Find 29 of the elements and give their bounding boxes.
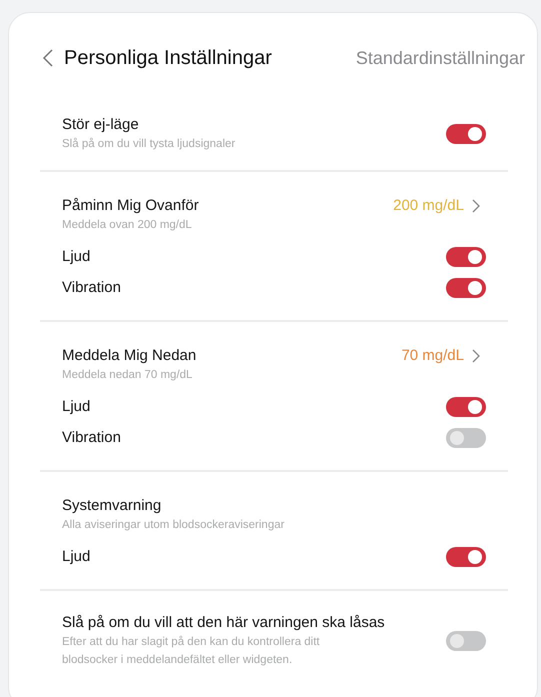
setting-label: Vibration (62, 429, 121, 446)
chevron-icon (472, 349, 480, 363)
section-title: Slå på om du vill att den här varningen ska låsas (62, 613, 385, 633)
section-description: Meddela nedan 70 mg/dL (62, 368, 194, 383)
section-title: Påminn Mig Ovanför (62, 196, 199, 216)
defaults-link[interactable]: Standardinställningar (356, 48, 525, 68)
threshold-value[interactable]: 70 mg/dL (401, 346, 486, 366)
section-description: Meddela ovan 200 mg/dL (62, 218, 193, 233)
setting-label: Ljud (62, 398, 90, 415)
page-title: Personliga Inställningar (64, 46, 273, 70)
section-description: Slå på om du vill tysta ljudsignaler (62, 136, 236, 152)
back-icon[interactable] (42, 49, 54, 67)
setting-label: Ljud (62, 248, 90, 265)
section-title: Stör ej-läge (62, 115, 140, 135)
chevron-icon (472, 199, 480, 213)
setting-label: Ljud (62, 548, 90, 565)
toggle-switch[interactable] (446, 631, 486, 651)
toggle-switch[interactable] (446, 124, 486, 144)
toggle-switch[interactable] (446, 428, 486, 448)
section-description: Alla aviseringar utom blodsockeraviseringar (62, 518, 284, 533)
setting-label: Vibration (62, 279, 121, 296)
toggle-switch[interactable] (446, 246, 486, 266)
toggle-switch[interactable] (446, 396, 486, 416)
toggle-switch[interactable] (446, 278, 486, 298)
section-title: Systemvarning (62, 496, 162, 516)
section-title: Meddela Mig Nedan (62, 346, 196, 366)
toggle-switch[interactable] (446, 546, 486, 566)
section-description: Efter att du har slagit på den kan du kontrollera ditt blodsocker i meddelandefältet eller widgeten. (62, 634, 321, 668)
threshold-value[interactable]: 200 mg/dL (393, 196, 486, 216)
